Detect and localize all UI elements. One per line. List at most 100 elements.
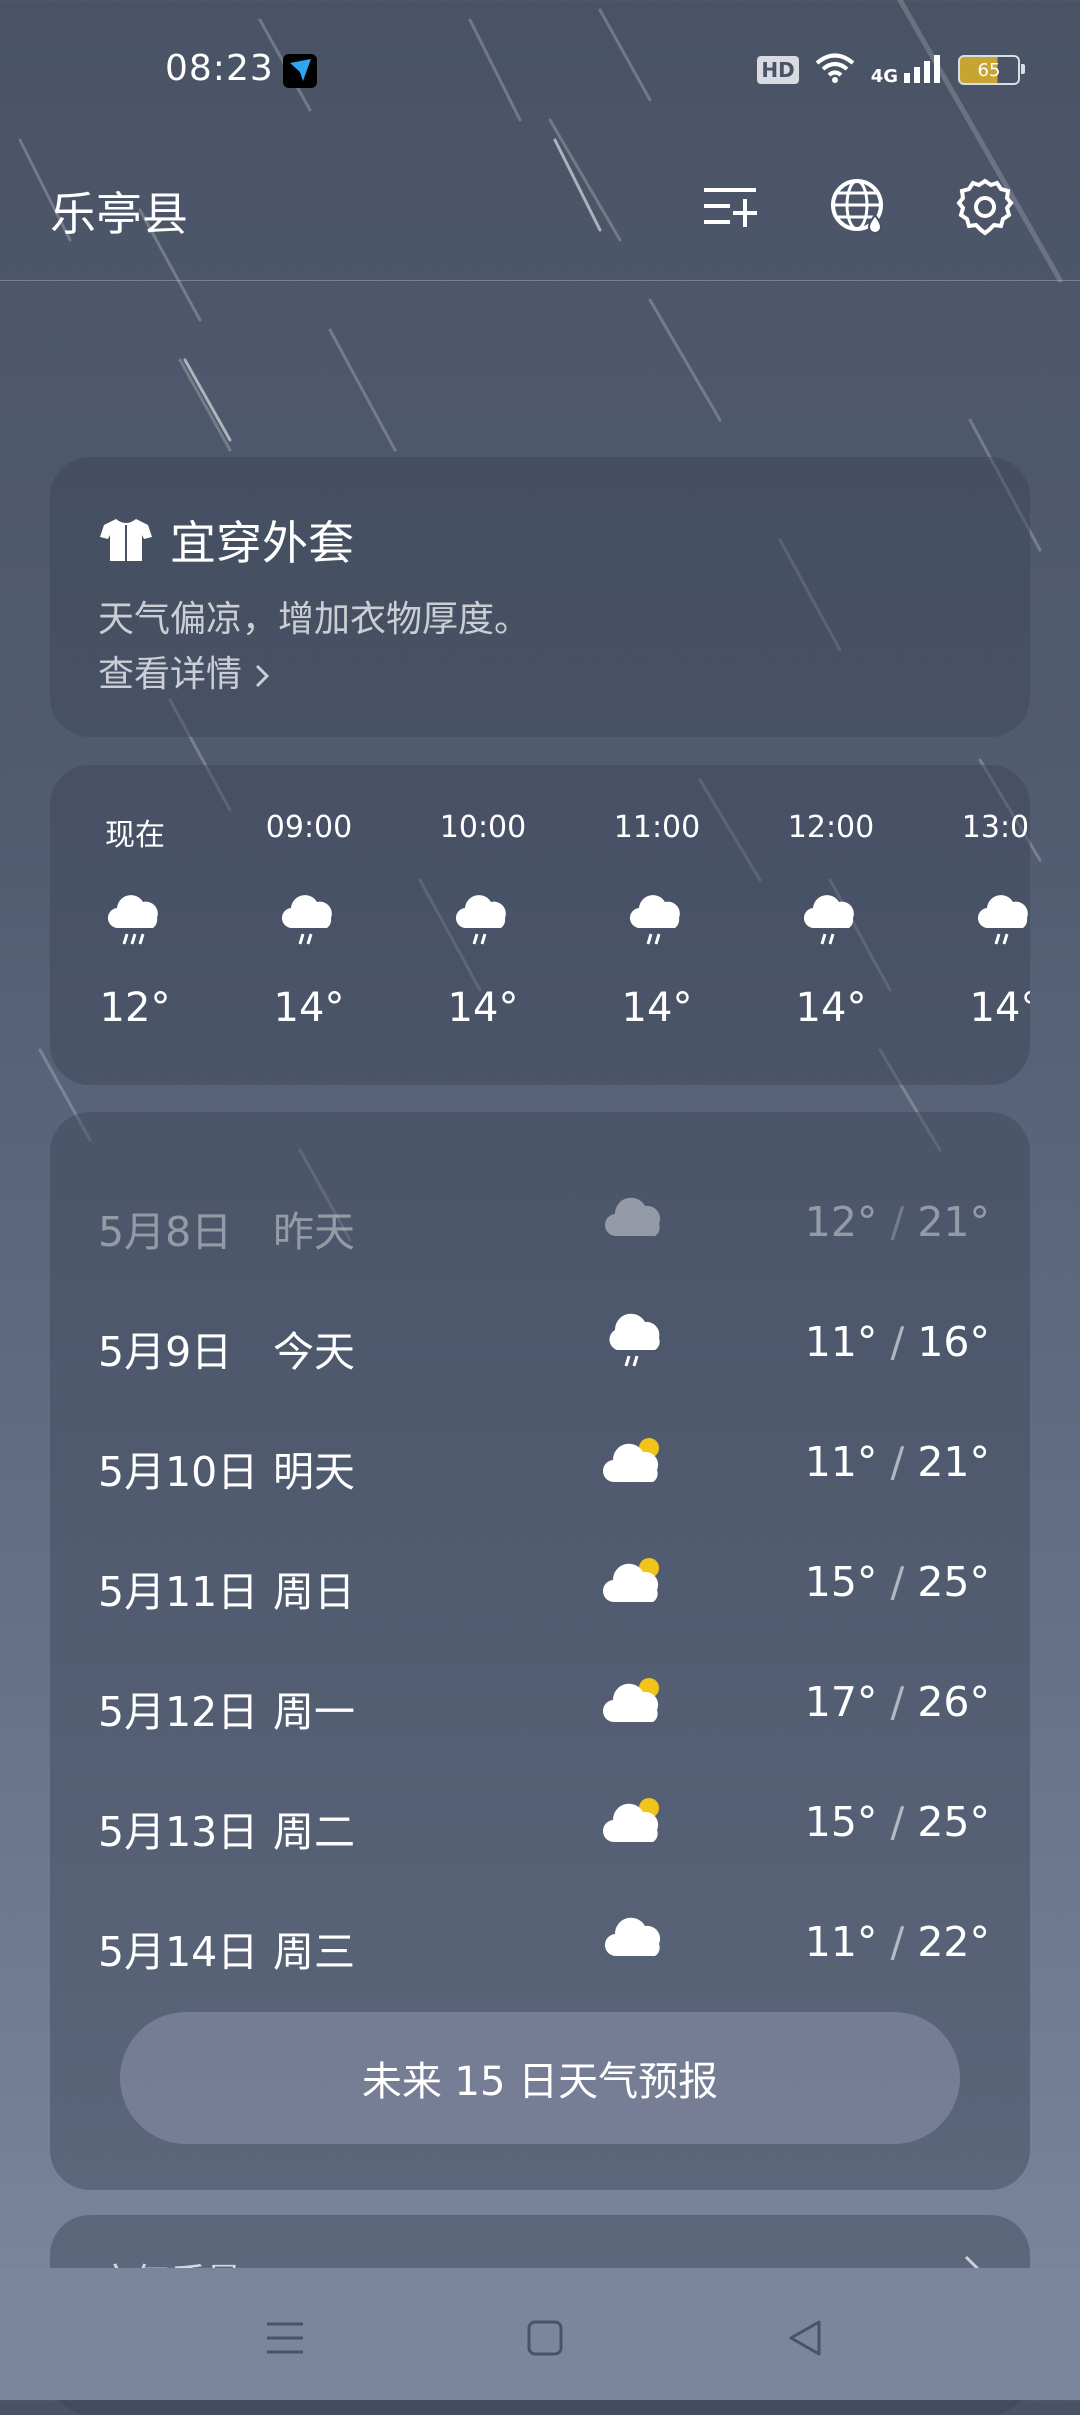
tip-details-link[interactable]: 查看详情 xyxy=(98,645,273,697)
menu-icon xyxy=(267,2322,303,2354)
clothing-tip-card[interactable]: 宜穿外套 天气偏凉，增加衣物厚度。 查看详情 xyxy=(50,457,1030,737)
menu-button[interactable] xyxy=(255,2308,315,2368)
day-high: 21° xyxy=(917,1198,990,1246)
home-square-icon xyxy=(527,2320,563,2356)
hour-time: 09:00 xyxy=(265,810,353,845)
tip-title: 宜穿外套 xyxy=(170,516,354,570)
day-name: 周日 xyxy=(273,1568,355,1616)
temp-separator: / xyxy=(890,1198,905,1246)
tip-details-label: 查看详情 xyxy=(98,654,243,695)
day-high: 25° xyxy=(917,1558,990,1606)
15-day-forecast-button[interactable]: 未来 15 日天气预报 xyxy=(120,2012,960,2144)
globe-icon xyxy=(831,179,883,234)
status-bar: 08:23 HD 4G 65 xyxy=(0,0,1080,140)
day-high: 25° xyxy=(917,1798,990,1846)
day-row[interactable]: 5月10日 明天 11° / 21° xyxy=(98,1420,990,1500)
partly-cloudy-icon xyxy=(602,1432,667,1492)
day-date: 5月11日 xyxy=(98,1568,259,1616)
partly-cloudy-icon xyxy=(602,1792,667,1852)
day-date: 5月9日 xyxy=(98,1328,233,1376)
cloud-icon xyxy=(603,1192,667,1246)
day-high: 21° xyxy=(917,1438,990,1486)
chevron-right-icon xyxy=(256,664,270,688)
day-high: 16° xyxy=(917,1318,990,1366)
temp-separator: / xyxy=(890,1918,905,1966)
day-name: 明天 xyxy=(273,1448,355,1496)
city-name[interactable]: 乐亭县 xyxy=(50,178,188,244)
hour-time: 11:00 xyxy=(613,810,701,845)
rain-cloud-icon xyxy=(105,890,165,950)
rain-cloud-icon xyxy=(627,890,687,950)
hour-time: 10:00 xyxy=(439,810,527,845)
gear-icon xyxy=(956,178,1014,236)
rain-cloud-icon xyxy=(453,890,513,950)
day-high: 22° xyxy=(917,1918,990,1966)
global-weather-button[interactable] xyxy=(824,172,894,242)
rain-cloud-icon xyxy=(279,890,339,950)
partly-cloudy-icon xyxy=(602,1552,667,1612)
day-low: 11° xyxy=(804,1918,878,1966)
day-low: 11° xyxy=(804,1438,878,1486)
battery-level: 65 xyxy=(977,59,1001,81)
hour-temp: 14° xyxy=(447,985,519,1031)
day-date: 5月14日 xyxy=(98,1928,259,1976)
battery-icon: 65 xyxy=(958,55,1025,85)
wifi-icon xyxy=(815,52,855,88)
city-manage-button[interactable] xyxy=(695,172,765,242)
day-name: 周一 xyxy=(273,1688,355,1736)
hour-temp: 14° xyxy=(273,985,345,1031)
hourly-forecast-card[interactable]: 现在 12° 09:00 14° 10:00 14° 11:00 14° 12:… xyxy=(50,765,1030,1085)
hour-time: 12:00 xyxy=(787,810,875,845)
navigation-app-icon xyxy=(283,54,317,88)
hour-temp: 14° xyxy=(621,985,693,1031)
day-name: 昨天 xyxy=(273,1208,355,1256)
day-low: 12° xyxy=(804,1198,878,1246)
signal-icon xyxy=(902,53,942,87)
network-type-label: 4G xyxy=(870,66,898,87)
day-high: 26° xyxy=(917,1678,990,1726)
tip-description: 天气偏凉，增加衣物厚度。 xyxy=(98,599,531,640)
hour-temp: 12° xyxy=(99,985,171,1031)
day-name: 今天 xyxy=(273,1328,355,1376)
back-triangle-icon xyxy=(789,2320,821,2356)
day-row[interactable]: 5月14日 周三 11° / 22° xyxy=(98,1900,990,1980)
day-low: 15° xyxy=(804,1798,878,1846)
day-date: 5月12日 xyxy=(98,1688,259,1736)
partly-cloudy-icon xyxy=(602,1672,667,1732)
cloud-icon xyxy=(603,1912,667,1966)
home-button[interactable] xyxy=(515,2308,575,2368)
temp-separator: / xyxy=(890,1798,905,1846)
hour-time: 现在 xyxy=(105,818,165,853)
day-name: 周二 xyxy=(273,1808,355,1856)
status-time: 08:23 xyxy=(165,48,274,89)
system-nav-bar xyxy=(0,2268,1080,2400)
app-header: 乐亭县 xyxy=(0,160,1080,281)
clothing-icon xyxy=(100,519,152,561)
rain-cloud-icon xyxy=(603,1312,667,1372)
hour-temp: 14° xyxy=(795,985,867,1031)
day-low: 15° xyxy=(804,1558,878,1606)
temp-separator: / xyxy=(890,1318,905,1366)
daily-forecast-card: 5月8日 昨天 12° / 21° 5月9日 今天 11° / 16° 5月10… xyxy=(50,1112,1030,2190)
day-date: 5月13日 xyxy=(98,1808,259,1856)
back-button[interactable] xyxy=(775,2308,835,2368)
temp-separator: / xyxy=(890,1438,905,1486)
settings-button[interactable] xyxy=(950,172,1020,242)
temp-separator: / xyxy=(890,1558,905,1606)
day-row-yesterday[interactable]: 5月8日 昨天 12° / 21° xyxy=(98,1180,990,1260)
hour-time: 13:00 xyxy=(961,810,1030,845)
hd-voice-icon: HD xyxy=(757,56,799,84)
list-add-icon xyxy=(704,188,757,227)
day-low: 11° xyxy=(804,1318,878,1366)
day-row-today[interactable]: 5月9日 今天 11° / 16° xyxy=(98,1300,990,1380)
rain-cloud-icon xyxy=(975,890,1030,950)
temp-separator: / xyxy=(890,1678,905,1726)
rain-cloud-icon xyxy=(801,890,861,950)
day-date: 5月8日 xyxy=(98,1208,233,1256)
day-row[interactable]: 5月12日 周一 17° / 26° xyxy=(98,1660,990,1740)
day-row[interactable]: 5月13日 周二 15° / 25° xyxy=(98,1780,990,1860)
day-date: 5月10日 xyxy=(98,1448,259,1496)
hour-temp: 14° xyxy=(969,985,1030,1031)
day-name: 周三 xyxy=(273,1928,355,1976)
day-row[interactable]: 5月11日 周日 15° / 25° xyxy=(98,1540,990,1620)
